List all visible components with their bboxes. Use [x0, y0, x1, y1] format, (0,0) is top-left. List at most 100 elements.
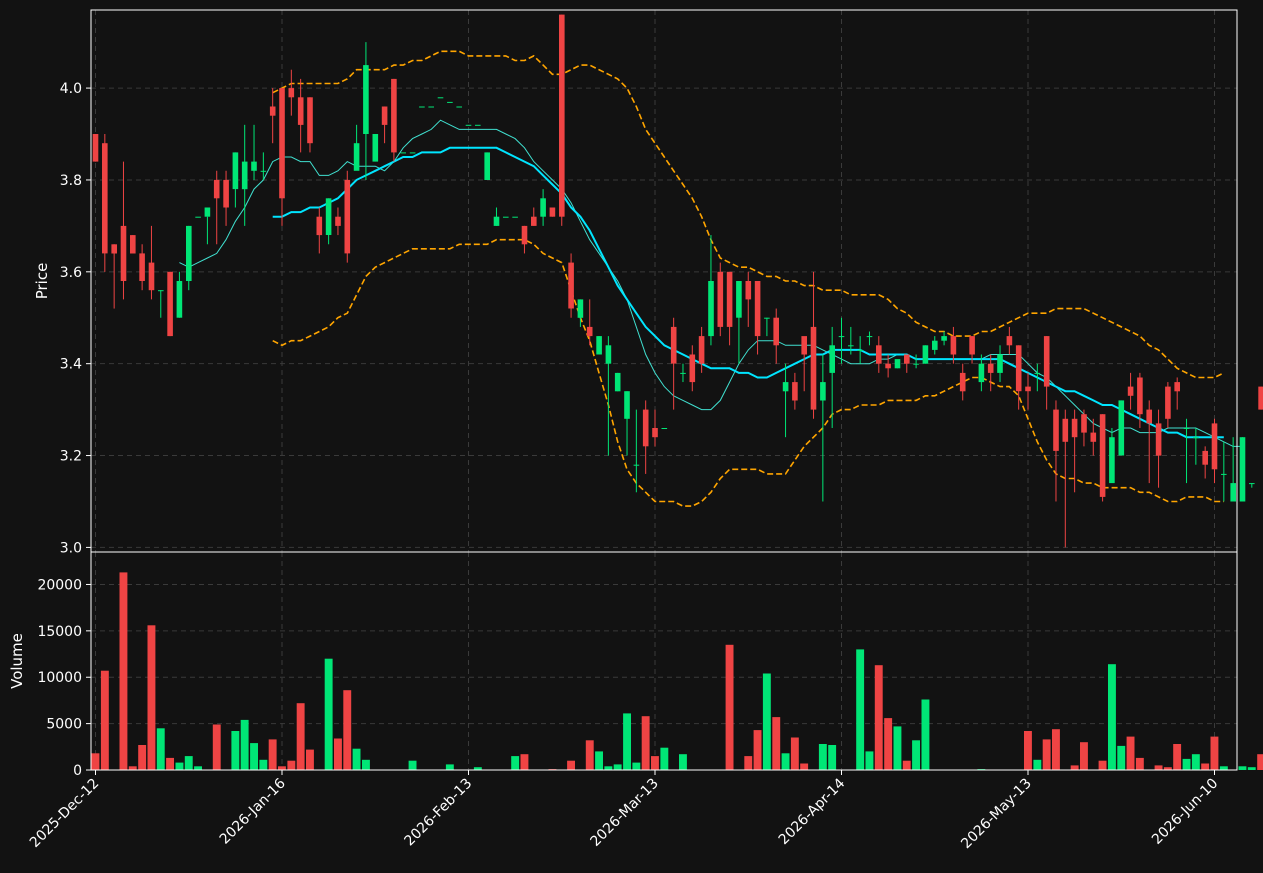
- candle: [876, 336, 882, 373]
- candle: [754, 281, 761, 355]
- price-tick-label: 3.2: [60, 449, 82, 465]
- volume-bar: [902, 760, 911, 770]
- x-tick-label: 2026-May-13: [958, 776, 1035, 853]
- price-tick-label: 3.6: [60, 265, 82, 281]
- candle-body: [717, 271, 724, 327]
- candle-body: [1034, 372, 1041, 374]
- candle: [1249, 483, 1255, 488]
- candle-body: [1015, 345, 1022, 392]
- candle: [689, 345, 696, 392]
- volume-bar: [231, 731, 240, 770]
- x-tick-label: 2025-Dec-12: [27, 776, 102, 851]
- candle-body: [232, 152, 239, 190]
- candle-body: [437, 97, 444, 99]
- candle: [1193, 427, 1199, 465]
- volume-bar: [1024, 731, 1032, 770]
- candle-body: [773, 317, 779, 346]
- volume-bar: [511, 756, 520, 770]
- candle-body: [167, 271, 173, 337]
- candle-body: [876, 345, 882, 364]
- candle: [447, 101, 453, 103]
- candle: [1043, 336, 1050, 410]
- price-tick-label: 3.8: [60, 173, 82, 189]
- candle-body: [978, 363, 985, 383]
- candle-body: [894, 359, 901, 369]
- candle-body: [475, 124, 481, 126]
- candle-body: [1006, 336, 1013, 346]
- candle-body: [549, 207, 556, 217]
- candle-body: [456, 106, 462, 108]
- candle-body: [1137, 377, 1143, 415]
- volume-bar: [184, 756, 193, 770]
- candle-body: [1155, 423, 1162, 456]
- candle: [102, 134, 108, 272]
- volume-panel: 05000100001500020000 Volume 2025-Dec-12 2…: [8, 551, 1263, 853]
- candle-body: [465, 124, 472, 126]
- candle: [213, 170, 220, 245]
- candle-body: [568, 262, 574, 309]
- volume-bar: [166, 757, 174, 770]
- candle-body: [950, 336, 957, 355]
- volume-bar: [1080, 742, 1088, 770]
- candle: [1239, 437, 1246, 502]
- candle-body: [269, 106, 276, 116]
- candle: [1099, 414, 1106, 502]
- volume-bar: [874, 665, 883, 770]
- volume-bar: [156, 728, 165, 770]
- x-tick-label: 2026-Apr-14: [776, 775, 849, 848]
- candle: [130, 235, 136, 254]
- candle: [904, 354, 910, 373]
- volume-bar: [865, 751, 874, 770]
- candle: [540, 189, 546, 226]
- candle-body: [288, 88, 295, 98]
- candle-body: [1025, 386, 1031, 392]
- volume-bar: [520, 754, 529, 770]
- candle-body: [1183, 428, 1190, 429]
- volume-bars: [91, 572, 1263, 770]
- candle-body: [325, 198, 332, 235]
- candle: [922, 345, 929, 364]
- volume-bar: [1173, 744, 1182, 770]
- volume-bar: [1042, 739, 1051, 770]
- volume-bar: [324, 658, 333, 770]
- candle: [764, 317, 770, 337]
- volume-bar: [119, 572, 128, 770]
- candle-body: [792, 382, 798, 401]
- volume-bar: [1219, 766, 1228, 770]
- candle-body: [932, 340, 938, 350]
- candle: [1202, 446, 1208, 479]
- candle-body: [904, 354, 910, 364]
- candle-body: [409, 152, 416, 154]
- candle: [820, 354, 826, 502]
- candle-body: [1174, 382, 1180, 392]
- candle: [1118, 400, 1125, 456]
- volume-bar: [138, 745, 147, 770]
- candle: [195, 216, 201, 218]
- volume-bar: [128, 766, 137, 770]
- candle-body: [260, 170, 267, 172]
- candle: [531, 207, 537, 226]
- volume-bar: [613, 764, 622, 770]
- candle-body: [1062, 418, 1069, 442]
- volume-bar: [1182, 758, 1191, 770]
- candle: [773, 308, 779, 364]
- upper-band-line: [272, 50, 1225, 379]
- candle-body: [111, 244, 117, 254]
- candle: [335, 207, 341, 236]
- volume-bar: [595, 751, 603, 770]
- candle-body: [782, 382, 789, 392]
- candle: [437, 97, 444, 99]
- candle: [176, 271, 183, 318]
- candle-body: [848, 345, 854, 347]
- candle-body: [1249, 483, 1255, 485]
- candle-body: [820, 382, 826, 401]
- candle-body: [493, 216, 500, 226]
- volume-bar: [259, 759, 268, 770]
- candle: [959, 363, 966, 401]
- volume-bar: [893, 726, 902, 770]
- volume-tick-label: 20000: [37, 577, 82, 593]
- candle-body: [838, 336, 845, 338]
- candle-body: [381, 106, 388, 125]
- candle: [409, 152, 416, 154]
- volume-bar: [1098, 760, 1107, 770]
